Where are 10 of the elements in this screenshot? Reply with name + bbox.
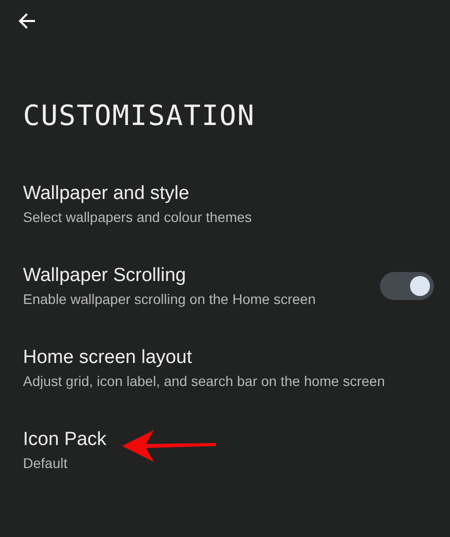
setting-title[interactable]: Home screen layout [23, 347, 192, 369]
setting-description: Select wallpapers and colour themes [23, 209, 252, 225]
setting-title[interactable]: Wallpaper and style [23, 183, 190, 205]
setting-title[interactable]: Wallpaper Scrolling [23, 265, 186, 287]
setting-description: Adjust grid, icon label, and search bar on the home screen [23, 373, 385, 389]
setting-description: Enable wallpaper scrolling on the Home screen [23, 291, 316, 307]
page-title: CUSTOMISATION [23, 98, 256, 134]
toggle-switch[interactable] [380, 272, 434, 300]
setting-title[interactable]: Icon Pack [23, 429, 106, 451]
setting-description: Default [23, 455, 68, 471]
